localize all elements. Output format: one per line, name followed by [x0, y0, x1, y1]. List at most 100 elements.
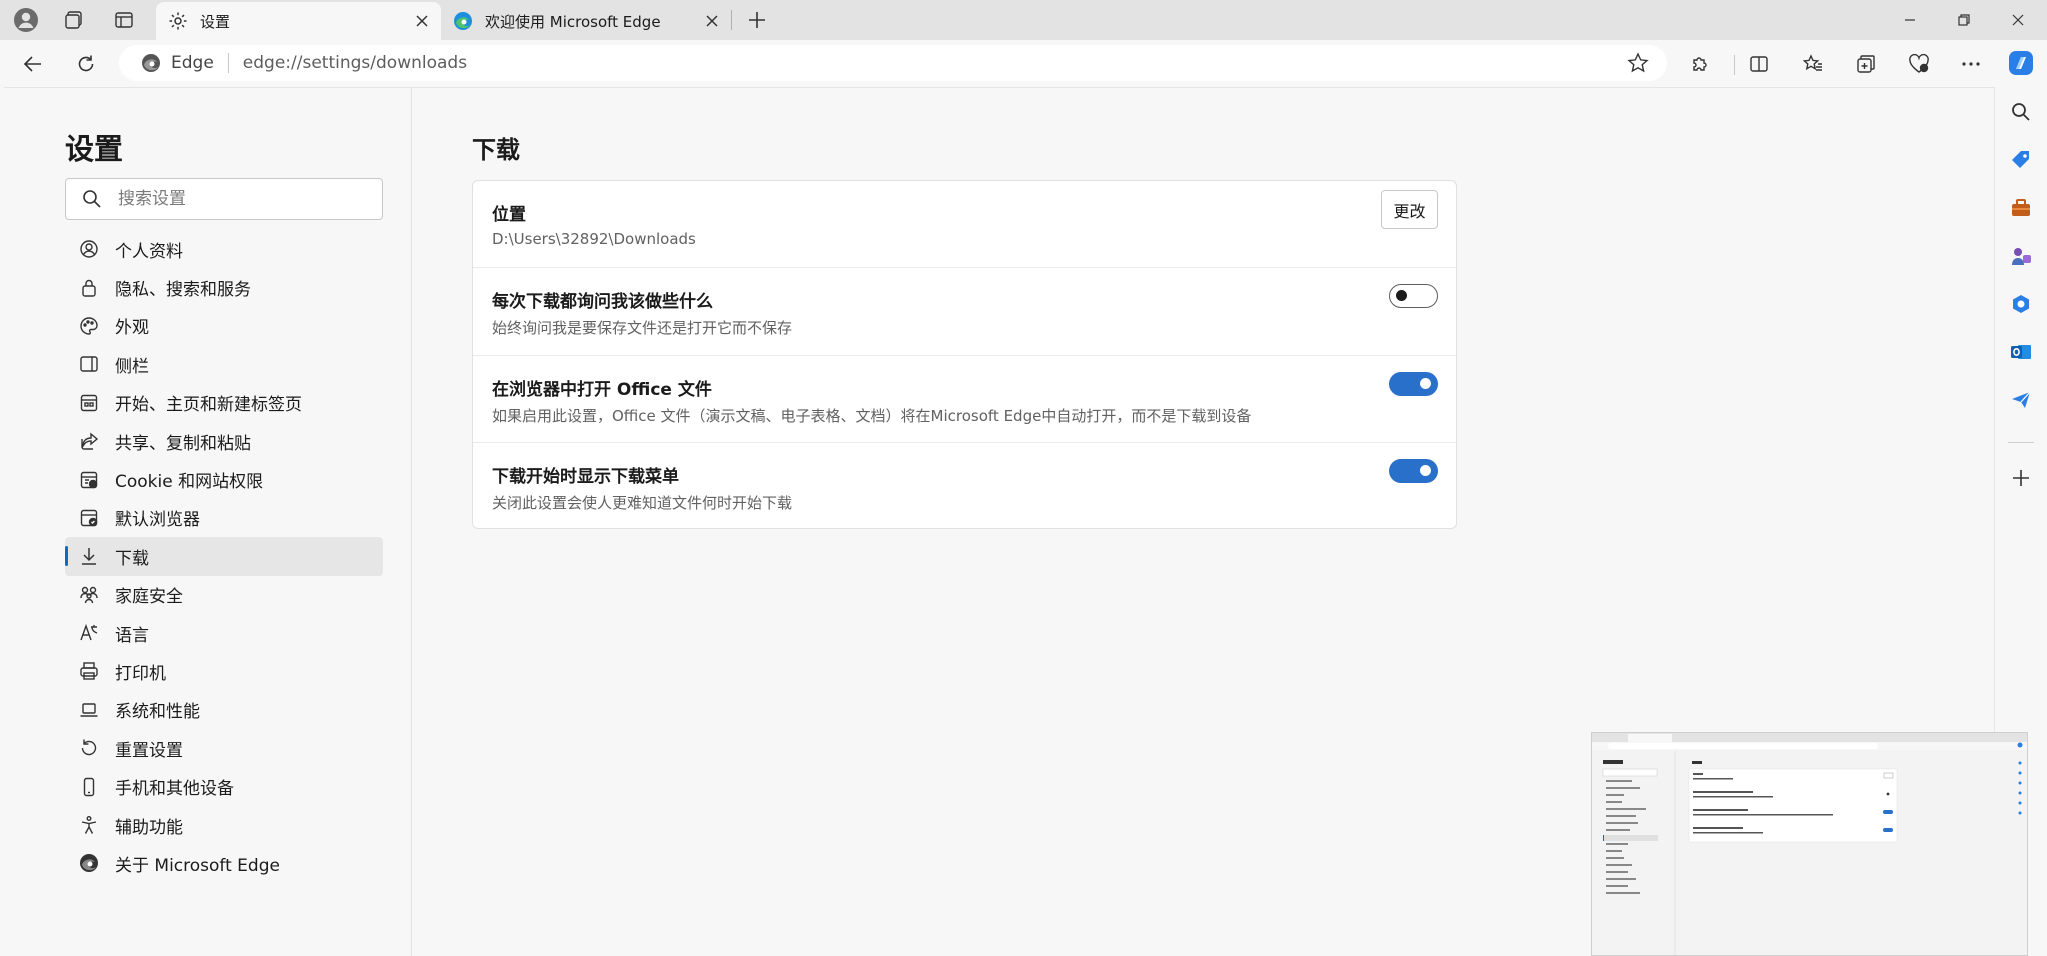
restore-icon [1958, 14, 1970, 26]
split-screen-button[interactable] [1741, 46, 1777, 82]
nav-item-phone[interactable]: 手机和其他设备 [65, 767, 383, 805]
nav-item-label: 重置设置 [115, 740, 183, 761]
tab-actions-button[interactable] [107, 4, 141, 36]
collections-icon [1857, 55, 1875, 73]
edge-logo-icon [453, 11, 473, 31]
nav-item-printers[interactable]: 打印机 [65, 652, 383, 690]
nav-item-label: 共享、复制和粘贴 [115, 433, 251, 454]
puzzle-icon [1693, 57, 1707, 71]
nav-item-downloads[interactable]: 下载 [65, 537, 383, 576]
nav-item-share[interactable]: 共享、复制和粘贴 [65, 422, 383, 460]
sidebar-search-button[interactable] [2007, 98, 2035, 126]
address-divider [227, 53, 229, 73]
favorites-list-icon [1803, 54, 1822, 71]
refresh-button[interactable] [68, 46, 104, 82]
nav-item-profiles[interactable]: 个人资料 [65, 230, 383, 268]
favorites-button[interactable] [1795, 46, 1831, 82]
toggle-knob [1420, 378, 1431, 389]
setting-title: 每次下载都询问我该做些什么 [492, 292, 713, 313]
tab-welcome-edge[interactable]: 欢迎使用 Microsoft Edge [441, 2, 731, 40]
nav-item-label: 隐私、搜索和服务 [115, 280, 251, 301]
nav-item-label: 辅助功能 [115, 817, 183, 838]
minimize-button[interactable] [1883, 0, 1937, 40]
ask-each-download-toggle[interactable] [1389, 284, 1438, 309]
more-menu-button[interactable] [1953, 46, 1989, 82]
workspaces-button[interactable] [57, 4, 91, 36]
url-text[interactable]: edge://settings/downloads [243, 53, 467, 73]
sidebar-divider [2008, 442, 2034, 443]
accessibility-icon [79, 815, 99, 835]
sidebar-shopping-button[interactable] [2007, 146, 2035, 174]
nav-item-cookies[interactable]: Cookie 和网站权限 [65, 460, 383, 498]
tab-strip: 设置 欢迎使用 Microsoft Edge [0, 0, 2047, 40]
nav-item-default-browser[interactable]: 默认浏览器 [65, 499, 383, 537]
sidebar-games-button[interactable] [2007, 242, 2035, 270]
heart-pulse-icon [1909, 54, 1929, 73]
setting-title: 下载开始时显示下载菜单 [492, 466, 679, 487]
nav-item-label: 下载 [115, 548, 149, 569]
nav-item-languages[interactable]: 语言 [65, 614, 383, 652]
toggle-knob [1420, 465, 1431, 477]
minimize-icon [1905, 19, 1915, 21]
settings-search-box[interactable] [65, 178, 383, 220]
site-permissions-icon [79, 470, 99, 490]
home-icon [79, 393, 99, 413]
nav-item-appearance[interactable]: 外观 [65, 307, 383, 345]
show-downloads-menu-toggle[interactable] [1389, 458, 1438, 483]
settings-title: 设置 [65, 132, 124, 166]
nav-item-start-home[interactable]: 开始、主页和新建标签页 [65, 384, 383, 422]
nav-item-about[interactable]: 关于 Microsoft Edge [65, 844, 383, 882]
avatar-icon [14, 8, 38, 32]
search-icon [83, 190, 101, 208]
collections-button[interactable] [1848, 46, 1884, 82]
toolbar-divider [1734, 55, 1735, 75]
nav-item-privacy[interactable]: 隐私、搜索和服务 [65, 268, 383, 306]
screenshot-preview-thumbnail[interactable] [1591, 732, 2028, 956]
close-tab-icon[interactable] [703, 12, 721, 30]
setting-description: 如果启用此设置，Office 文件（演示文稿、电子表格、文档）将在Microso… [492, 406, 1252, 425]
site-identity-label: Edge [171, 53, 214, 73]
nav-item-system[interactable]: 系统和性能 [65, 691, 383, 729]
sidebar-icon [79, 354, 99, 374]
profile-avatar-button[interactable] [9, 4, 43, 36]
split-screen-icon [1750, 56, 1768, 72]
nav-item-label: 开始、主页和新建标签页 [115, 395, 302, 416]
extensions-button[interactable] [1682, 46, 1718, 82]
sidebar-tools-button[interactable] [2007, 194, 2035, 222]
sidebar-drop-button[interactable] [2007, 386, 2035, 414]
sidebar-add-button[interactable] [2007, 464, 2035, 492]
sidebar-microsoft365-button[interactable] [2007, 290, 2035, 318]
download-path: D:\Users\32892\Downloads [492, 230, 696, 248]
nav-item-sidebar[interactable]: 侧栏 [65, 345, 383, 383]
favorite-star-icon[interactable] [1627, 52, 1649, 74]
tab-settings[interactable]: 设置 [156, 2, 441, 40]
download-icon [79, 546, 99, 566]
edge-logo-icon [79, 853, 99, 873]
edge-logo-icon [142, 54, 160, 72]
new-tab-button[interactable] [740, 4, 774, 36]
back-button[interactable] [15, 46, 51, 82]
close-window-button[interactable] [1991, 0, 2045, 40]
address-bar[interactable]: Edge edge://settings/downloads [119, 45, 1667, 81]
nav-item-family[interactable]: 家庭安全 [65, 576, 383, 614]
change-location-button[interactable]: 更改 [1381, 190, 1438, 229]
setting-description: 始终询问我是要保存文件还是打开它而不保存 [492, 319, 793, 338]
back-arrow-icon [23, 56, 41, 72]
nav-item-accessibility[interactable]: 辅助功能 [65, 806, 383, 844]
settings-search-input[interactable] [118, 189, 358, 209]
family-icon [79, 585, 99, 605]
setting-row-show-downloads-menu: 下载开始时显示下载菜单 关闭此设置会使人更难知道文件何时开始下载 [473, 443, 1456, 530]
send-icon [2012, 391, 2031, 408]
outlook-icon [2011, 345, 2031, 359]
browser-essentials-button[interactable] [1901, 46, 1937, 82]
nav-item-reset[interactable]: 重置设置 [65, 729, 383, 767]
sidebar-outlook-button[interactable] [2007, 338, 2035, 366]
open-office-files-toggle[interactable] [1389, 371, 1438, 396]
settings-sidebar: 设置 个人资料 隐私、搜索和服务 外观 侧栏 [4, 88, 412, 956]
games-icon [2012, 248, 2031, 265]
thumbnail-image [1592, 733, 2027, 955]
copilot-button[interactable] [2007, 49, 2035, 77]
restore-button[interactable] [1937, 0, 1991, 40]
nav-item-label: 语言 [115, 625, 149, 646]
close-tab-icon[interactable] [413, 12, 431, 30]
